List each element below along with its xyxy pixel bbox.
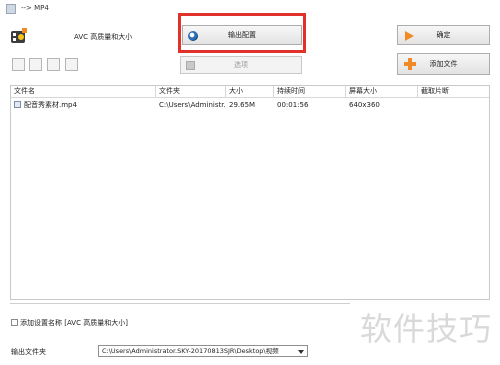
file-list-table[interactable]: 文件名 文件夹 大小 持续时间 屏幕大小 截取片断 配音秀素材.mp4 C:\U… — [10, 85, 490, 300]
ok-label: 确定 — [436, 31, 451, 39]
add-preset-name-label[interactable]: 添加设置名称 [AVC 高质量和大小] — [20, 318, 128, 328]
ok-button[interactable]: 确定 — [397, 25, 490, 45]
window-title: --> MP4 — [21, 4, 49, 12]
output-config-button[interactable]: 输出配置 — [182, 25, 302, 45]
app-icon — [6, 4, 16, 14]
clear-list-tool-icon[interactable] — [29, 58, 42, 71]
row-clip[interactable] — [418, 100, 489, 110]
options-label: 选项 — [234, 61, 248, 69]
row-filename[interactable]: 配音秀素材.mp4 — [21, 100, 156, 110]
column-header-size[interactable]: 大小 — [226, 86, 274, 97]
add-file-button[interactable]: 添加文件 — [397, 53, 490, 75]
add-plus-icon — [404, 58, 416, 70]
options-button[interactable]: 选项 — [180, 56, 302, 74]
file-icon — [14, 101, 21, 108]
header-divider — [11, 97, 489, 98]
output-config-icon — [188, 31, 198, 41]
options-icon — [186, 61, 195, 70]
watermark-text: 软件技巧 — [359, 310, 492, 348]
preset-film-icon[interactable] — [10, 27, 28, 47]
preset-name: AVC 高质量和大小 — [74, 33, 133, 41]
add-file-label: 添加文件 — [429, 60, 458, 68]
horizontal-divider — [10, 303, 350, 304]
column-header-filename[interactable]: 文件名 — [11, 86, 156, 97]
row-duration[interactable]: 00:01:56 — [274, 100, 346, 110]
remove-file-tool-icon[interactable] — [12, 58, 25, 71]
column-header-folder[interactable]: 文件夹 — [156, 86, 226, 97]
column-header-duration[interactable]: 持续时间 — [274, 86, 346, 97]
ok-arrow-icon — [405, 31, 414, 41]
column-header-clip[interactable]: 截取片断 — [418, 86, 489, 97]
play-tool-icon[interactable] — [47, 58, 60, 71]
row-size[interactable]: 29.65M — [226, 100, 274, 110]
info-tool-icon[interactable] — [65, 58, 78, 71]
output-folder-label: 输出文件夹 — [11, 348, 46, 356]
output-config-label: 输出配置 — [228, 31, 256, 39]
add-preset-name-checkbox[interactable] — [11, 319, 18, 326]
output-folder-select[interactable]: C:\Users\Administrator.SKY-20170813SJR\D… — [98, 345, 308, 357]
column-header-screen-size[interactable]: 屏幕大小 — [346, 86, 418, 97]
output-folder-value: C:\Users\Administrator.SKY-20170813SJR\D… — [102, 347, 279, 355]
dropdown-arrow-icon[interactable] — [298, 350, 304, 354]
row-screen-size[interactable]: 640x360 — [346, 100, 418, 110]
row-folder[interactable]: C:\Users\Administr... — [156, 100, 226, 110]
